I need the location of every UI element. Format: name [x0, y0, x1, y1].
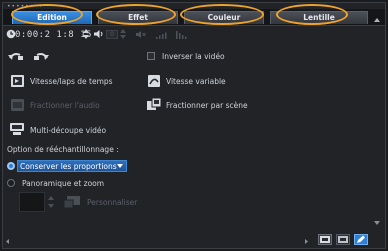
- tab-edition[interactable]: Edition: [12, 11, 92, 24]
- edit-view-button[interactable]: [354, 234, 368, 245]
- storyboard-view-icon: [338, 236, 348, 243]
- multi-decoupe-label[interactable]: Multi-découpe vidéo: [30, 126, 106, 135]
- volume-high-icon: [176, 31, 187, 39]
- panoramique-radio[interactable]: [7, 179, 15, 187]
- duration-spinner-icon[interactable]: [83, 29, 89, 39]
- tab-couleur[interactable]: Couleur: [184, 11, 264, 24]
- horizontal-scrollbar[interactable]: [2, 237, 312, 246]
- fractionner-scene-label[interactable]: Fractionner par scène: [166, 101, 248, 110]
- fractionner-audio-label: Fractionner l'audio: [30, 101, 100, 110]
- chevron-down-icon: [117, 164, 123, 168]
- storyboard-view-button[interactable]: [336, 234, 350, 245]
- vitesse-variable-label[interactable]: Vitesse variable: [166, 77, 226, 86]
- tab-lentille[interactable]: Lentille: [270, 11, 368, 24]
- multi-trim-icon[interactable]: [10, 123, 24, 135]
- clip-view-button[interactable]: [318, 234, 332, 245]
- resampling-dropdown-value: Conserver les proportions: [20, 162, 117, 171]
- volume-field[interactable]: 0: [106, 30, 118, 39]
- collapse-arrow-icon[interactable]: [374, 18, 380, 22]
- duration-timecode[interactable]: 0:00:2 1:8 15: [15, 30, 92, 40]
- inverser-checkbox[interactable]: [147, 52, 155, 60]
- conserver-radio[interactable]: [7, 162, 15, 170]
- speaker-icon[interactable]: [93, 29, 104, 39]
- split-scene-icon[interactable]: [147, 98, 161, 111]
- customize-icon: [64, 196, 80, 208]
- resampling-heading: Option de rééchantillonnage :: [7, 145, 119, 154]
- preview-swatch: [19, 192, 45, 212]
- panoramique-label[interactable]: Panoramique et zoom: [22, 179, 104, 188]
- variable-speed-icon[interactable]: [148, 75, 160, 87]
- vertical-scroll-down-icon[interactable]: [372, 218, 382, 228]
- film-speed-icon[interactable]: [11, 75, 24, 87]
- personnaliser-label: Personnaliser: [87, 198, 138, 207]
- mute-icon: [136, 31, 146, 38]
- volume-spinner-icon[interactable]: [120, 29, 126, 39]
- inverser-label: Inverser la vidéo: [162, 52, 225, 61]
- clip-view-icon: [320, 236, 330, 243]
- rotate-right-icon[interactable]: [33, 52, 49, 61]
- pencil-icon: [357, 235, 365, 243]
- split-audio-icon: [11, 99, 24, 111]
- resampling-dropdown[interactable]: Conserver les proportions: [17, 160, 127, 172]
- volume-low-icon: [156, 32, 167, 39]
- tab-effet[interactable]: Effet: [98, 11, 178, 24]
- vitesse-laps-label[interactable]: Vitesse/laps de temps: [30, 77, 113, 86]
- swatch-spinner-icon: [48, 196, 54, 208]
- tab-bar: Edition Effet Couleur Lentille: [3, 9, 385, 26]
- rotate-left-icon[interactable]: [8, 52, 24, 61]
